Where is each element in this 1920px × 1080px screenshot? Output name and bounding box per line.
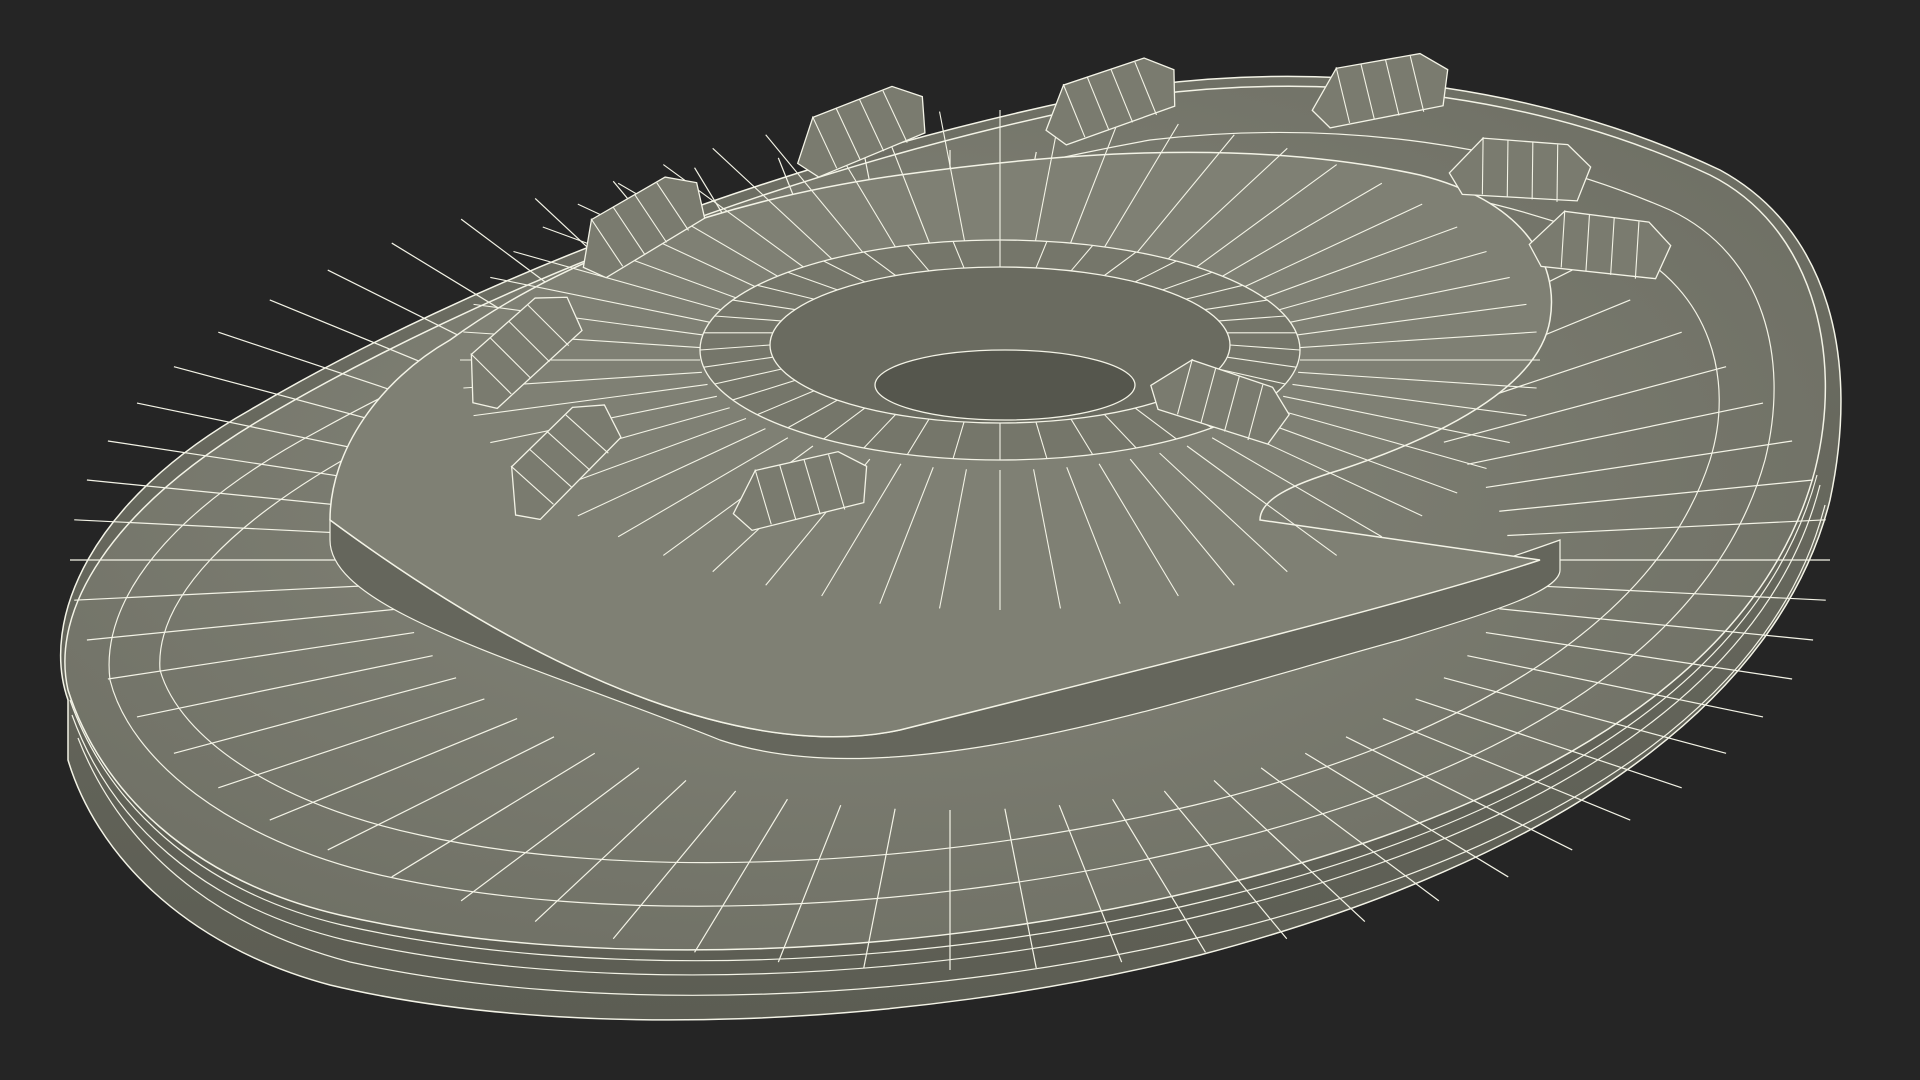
wireframe-model-render [60,52,1842,1021]
viewport-3d[interactable] [0,0,1920,1080]
